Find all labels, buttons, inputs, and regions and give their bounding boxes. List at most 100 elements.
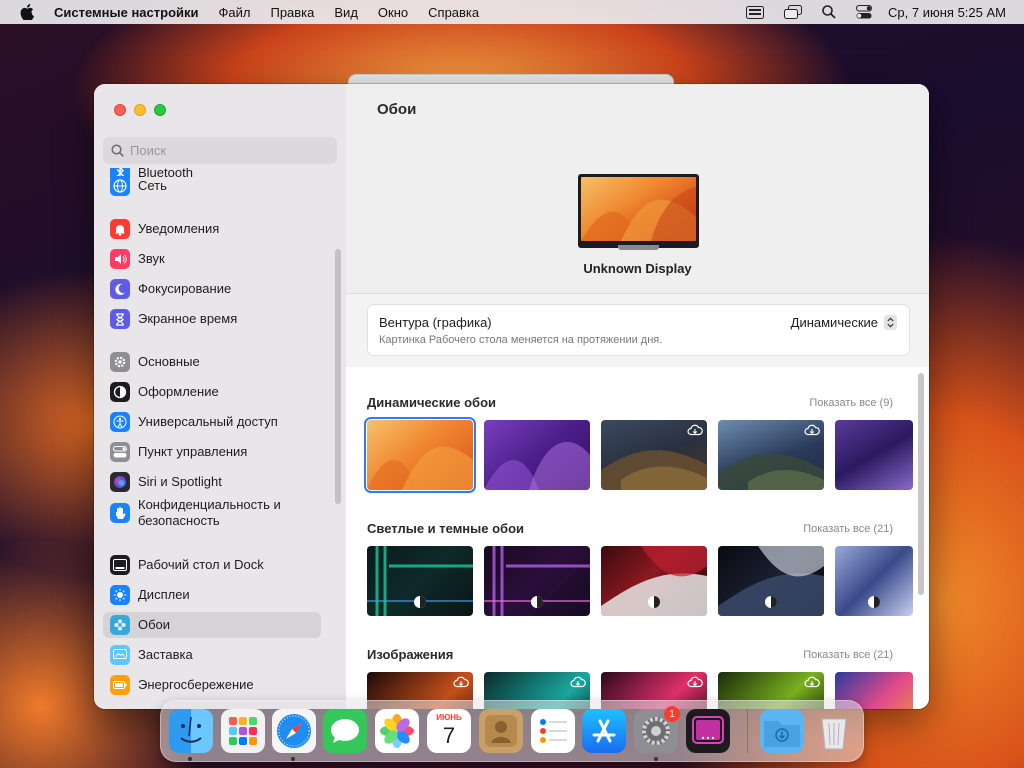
wallpaper-thumb-purple[interactable] (484, 420, 590, 490)
screensaver-app-icon[interactable] (686, 709, 730, 753)
display-stand (618, 245, 659, 250)
sidebar-item-wallpaper[interactable]: Обои (103, 612, 321, 638)
dock-separator (747, 709, 748, 753)
sidebar-item-control-center[interactable]: Пункт управления (103, 439, 321, 465)
gallery-scrollbar[interactable] (918, 373, 924, 595)
sidebar-item-focus[interactable]: Фокусирование (103, 276, 321, 302)
sidebar-item-siri[interactable]: Siri и Spotlight (103, 469, 321, 495)
appstore-icon[interactable] (582, 709, 626, 753)
speaker-icon (110, 249, 130, 269)
safari-icon[interactable] (272, 709, 316, 753)
wallpaper-thumb-catalina-night[interactable] (718, 420, 824, 490)
sidebar-item-displays[interactable]: Дисплеи (103, 582, 321, 608)
menu-file[interactable]: Файл (219, 5, 251, 20)
screensaver-icon (110, 645, 130, 665)
search-field[interactable] (103, 137, 337, 164)
hourglass-icon (110, 309, 130, 329)
sidebar-item-appearance[interactable]: Оформление (103, 379, 321, 405)
sidebar-item-privacy[interactable]: Конфиденциальность и безопасность (103, 495, 321, 531)
launchpad-icon[interactable] (221, 709, 265, 753)
show-all-images-link[interactable]: Показать все (21) (803, 649, 893, 661)
control-center-icon (110, 442, 130, 462)
gear-icon (110, 352, 130, 372)
apple-menu-icon[interactable] (18, 3, 36, 21)
show-all-light-dark-link[interactable]: Показать все (21) (803, 523, 893, 535)
hand-icon (110, 503, 130, 523)
wallpaper-mode-value: Динамические (790, 315, 878, 330)
wallpaper-thumb-blue-wave[interactable] (718, 546, 824, 616)
cloud-download-icon (804, 676, 820, 688)
window-controls (114, 104, 174, 116)
calendar-icon[interactable]: ИЮНЬ 7 (427, 709, 471, 753)
sidebar-item-notifications[interactable]: Уведомления (103, 216, 321, 242)
wallpaper-thumb-red-wave[interactable] (601, 546, 707, 616)
wallpaper-thumb-purple-lines[interactable] (484, 546, 590, 616)
sidebar-scrollbar[interactable] (335, 249, 341, 504)
calendar-month: ИЮНЬ (436, 713, 462, 722)
keyboard-icon[interactable] (746, 5, 765, 19)
spotlight-search-icon[interactable] (822, 5, 836, 19)
reminders-icon[interactable] (531, 709, 575, 753)
screen-mirroring-icon[interactable] (784, 5, 803, 19)
search-icon (111, 144, 124, 157)
trash-icon[interactable] (812, 709, 856, 753)
appearance-mode-icon (765, 596, 777, 608)
messages-icon[interactable] (323, 709, 367, 753)
display-name: Unknown Display (583, 261, 692, 276)
sun-icon (110, 585, 130, 605)
wallpaper-icon (110, 615, 130, 635)
battery-icon (110, 675, 130, 695)
sidebar-item-general[interactable]: Основные (103, 349, 321, 375)
current-wallpaper-subtitle: Картинка Рабочего стола меняется на прот… (379, 334, 663, 346)
section-title-images: Изображения (367, 647, 454, 662)
zoom-button[interactable] (154, 104, 166, 116)
calendar-day: 7 (442, 723, 456, 748)
appearance-mode-icon (648, 596, 660, 608)
sidebar-nav-list: Сеть Уведомления Звук Фокусирование Экра… (94, 168, 334, 709)
appearance-mode-icon (531, 596, 543, 608)
menu-view[interactable]: Вид (334, 5, 358, 20)
cloud-download-icon (687, 424, 703, 436)
menu-clock[interactable]: Ср, 7 июня 5:25 AM (888, 5, 1006, 20)
wallpaper-thumb-monterey[interactable] (835, 546, 913, 616)
downloads-folder-icon[interactable] (760, 709, 804, 753)
wallpaper-gallery[interactable]: Динамические обои Показать все (9) Светл… (346, 367, 929, 709)
search-input[interactable] (130, 143, 320, 158)
sidebar-item-accessibility[interactable]: Универсальный доступ (103, 409, 321, 435)
appearance-mode-icon (868, 596, 880, 608)
accessibility-icon (110, 412, 130, 432)
sidebar-item-screensaver[interactable]: Заставка (103, 642, 321, 668)
appearance-mode-icon (414, 596, 426, 608)
settings-running-indicator (654, 757, 658, 761)
sidebar-item-desktop-dock[interactable]: Рабочий стол и Dock (103, 552, 321, 578)
sidebar-item-sound[interactable]: Звук (103, 246, 321, 272)
control-center-icon[interactable] (856, 5, 873, 19)
wallpaper-thumb-teal-lines[interactable] (367, 546, 473, 616)
cloud-download-icon (687, 676, 703, 688)
safari-running-indicator (291, 757, 295, 761)
minimize-button[interactable] (134, 104, 146, 116)
contacts-icon[interactable] (479, 709, 523, 753)
sidebar-item-network[interactable]: Сеть (103, 173, 321, 199)
menu-window[interactable]: Окно (378, 5, 408, 20)
settings-badge: 1 (664, 706, 680, 722)
current-wallpaper-row: Вентура (графика) Картинка Рабочего стол… (367, 304, 910, 356)
sidebar-item-energy[interactable]: Энергосбережение (103, 672, 321, 698)
sidebar-item-screen-time[interactable]: Экранное время (103, 306, 321, 332)
siri-icon (110, 472, 130, 492)
photos-icon[interactable] (375, 709, 419, 753)
wallpaper-thumb-catalina-day[interactable] (601, 420, 707, 490)
moon-icon (110, 279, 130, 299)
close-button[interactable] (114, 104, 126, 116)
menu-edit[interactable]: Правка (270, 5, 314, 20)
wallpaper-thumb-bigsur[interactable] (835, 420, 913, 490)
finder-icon[interactable] (169, 709, 213, 753)
menu-app-name[interactable]: Системные настройки (54, 5, 199, 20)
bell-icon (110, 219, 130, 239)
current-wallpaper-title: Вентура (графика) (379, 315, 492, 330)
menu-help[interactable]: Справка (428, 5, 479, 20)
wallpaper-mode-select[interactable]: Динамические (791, 315, 897, 330)
chevron-updown-icon (884, 315, 897, 330)
show-all-dynamic-link[interactable]: Показать все (9) (809, 397, 893, 409)
wallpaper-thumb-ventura[interactable] (364, 417, 476, 493)
